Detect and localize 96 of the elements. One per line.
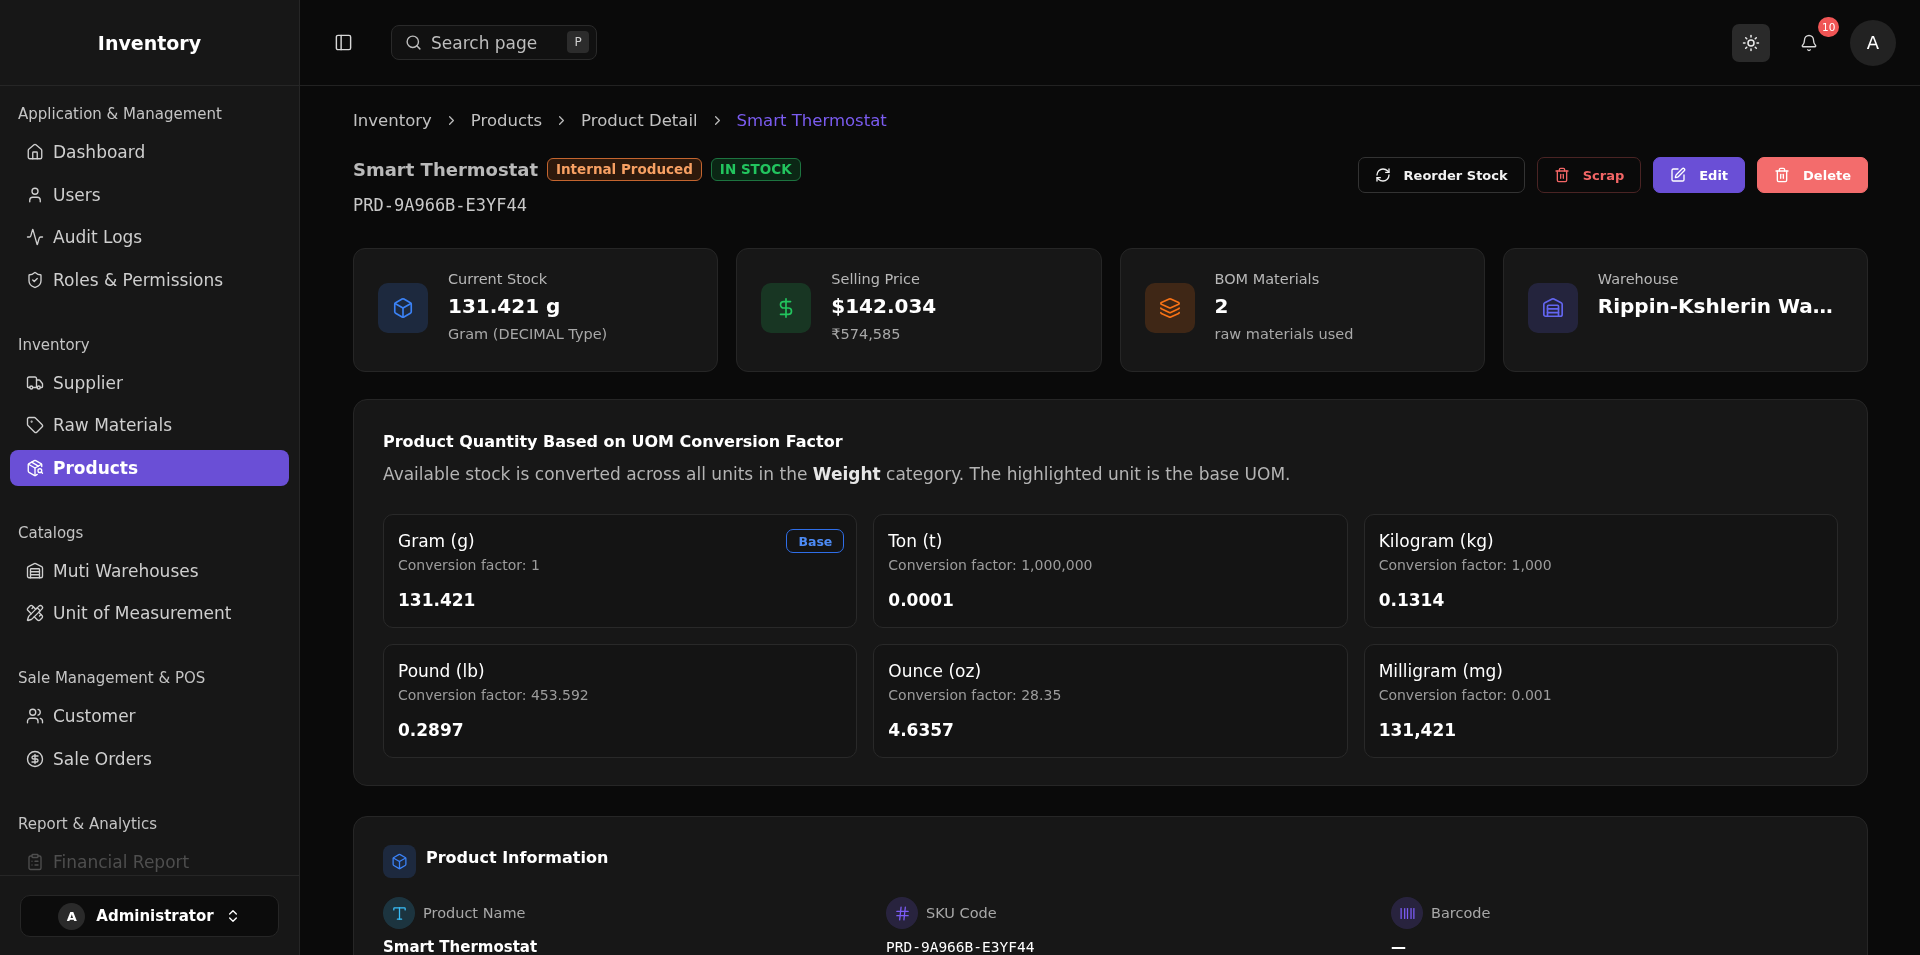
unit-name: Milligram (mg) [1378, 661, 1503, 681]
nav-item[interactable]: Unit of Measurement [10, 595, 289, 631]
search-icon [405, 34, 422, 51]
stat-label: BOM Materials [1214, 270, 1320, 289]
unit-quantity: 131,421 [1378, 719, 1457, 742]
nav-item[interactable]: Sale Orders [10, 740, 289, 777]
nav-item[interactable]: Products [10, 449, 289, 486]
breadcrumb-link[interactable]: Inventory [353, 110, 432, 130]
person-icon [26, 185, 44, 204]
field-value: — [1391, 937, 1406, 955]
nav-section-label: Sale Management & POS [17, 668, 206, 688]
conversion-factor: Conversion factor: 1,000,000 [888, 556, 1093, 574]
notification-count: 10 [1818, 16, 1840, 37]
breadcrumb-link[interactable]: Smart Thermostat [736, 110, 887, 130]
package-search-icon [26, 458, 44, 477]
nav-item[interactable]: Audit Logs [10, 219, 289, 255]
nav-section-label: Application & Management [17, 104, 222, 124]
stat-caption: Gram (DECIMAL Type) [448, 325, 608, 344]
sun-icon [1742, 33, 1760, 52]
field-label: Barcode [1431, 905, 1491, 921]
nav-item[interactable]: Raw Materials [10, 407, 289, 443]
nav-section-label: Report & Analytics [17, 813, 158, 834]
conversion-factor: Conversion factor: 1 [398, 556, 540, 574]
unit-quantity: 0.1314 [1378, 589, 1445, 612]
section-title: Product Information [426, 847, 609, 869]
pencil-square-icon [1670, 167, 1687, 183]
truck-icon [26, 373, 44, 392]
conversion-factor: Conversion factor: 0.001 [1378, 686, 1552, 704]
unit-name: Pound (lb) [398, 661, 485, 681]
nav-item[interactable]: Muti Warehouses [10, 552, 289, 589]
field-label: Product Name [423, 905, 526, 921]
house-icon [26, 143, 44, 161]
stat-value: 2 [1214, 293, 1229, 320]
app-title: Inventory [97, 31, 202, 54]
trash-icon [1553, 167, 1570, 183]
unit-name: Gram (g) [398, 531, 475, 551]
nav-item[interactable]: Users [10, 176, 289, 213]
stat-value: Rippin-Kshlerin Wa… [1597, 293, 1833, 320]
theme-toggle-button[interactable] [1732, 23, 1770, 62]
field-label: SKU Code [926, 905, 997, 921]
nav-section-label: Inventory [17, 334, 90, 355]
user-menu-button[interactable]: A Administrator [20, 895, 279, 937]
reorder-stock-button[interactable]: Reorder Stock [1357, 157, 1525, 193]
conversion-factor: Conversion factor: 1,000 [1378, 556, 1552, 574]
unit-name: Kilogram (kg) [1378, 531, 1494, 551]
panel-left-icon [333, 33, 353, 52]
stat-label: Selling Price [831, 270, 920, 289]
notifications-button[interactable] [1800, 33, 1818, 52]
nav-item[interactable]: Roles & Permissions [10, 261, 289, 298]
section-title: Product Quantity Based on UOM Conversion Factor [383, 431, 843, 453]
product-title: Smart Thermostat [353, 158, 538, 180]
field-value: PRD-9A966B-E3YF44 [886, 938, 1035, 955]
unit-quantity: 0.0001 [888, 589, 954, 612]
tag-icon [26, 416, 44, 434]
base-badge: Base [786, 529, 845, 553]
warehouse-icon [26, 561, 44, 580]
user-avatar: A [58, 902, 86, 930]
stat-label: Warehouse [1597, 270, 1679, 289]
breadcrumb-link[interactable]: Products [470, 110, 543, 130]
dollar-coin-icon [26, 749, 44, 768]
clipboard-icon [26, 852, 44, 871]
product-sku: PRD-9A966B-E3YF44 [353, 195, 528, 215]
unit-quantity: 131.421 [398, 589, 476, 612]
nav-item[interactable]: Dashboard [10, 134, 289, 170]
stat-value: 131.421 g [448, 293, 561, 320]
scrap-button[interactable]: Scrap [1536, 157, 1642, 193]
unit-quantity: 4.6357 [888, 719, 954, 742]
stat-value: $142.034 [831, 293, 937, 320]
unit-quantity: 0.2897 [398, 719, 464, 742]
bell-icon [1800, 33, 1818, 52]
unit-name: Ounce (oz) [888, 661, 982, 681]
shield-check-icon [26, 270, 44, 289]
field-value: Smart Thermostat [383, 937, 538, 955]
unit-name: Ton (t) [888, 531, 943, 551]
user-name: Administrator [96, 907, 214, 925]
edit-button[interactable]: Edit [1653, 157, 1746, 193]
cube-icon [383, 845, 416, 878]
stat-caption: raw materials used [1214, 325, 1354, 344]
nav-item[interactable]: Supplier [10, 364, 289, 401]
pencil-ruler-icon [26, 604, 44, 622]
nav-item[interactable]: Customer [10, 698, 289, 734]
pulse-icon [26, 228, 44, 246]
breadcrumb-link[interactable]: Product Detail [581, 110, 698, 130]
conversion-factor: Conversion factor: 453.592 [398, 686, 589, 704]
nav-section-label: Catalogs [17, 522, 84, 543]
product-badge: Internal Produced [547, 157, 702, 181]
stat-label: Current Stock [448, 270, 548, 289]
product-badge: IN STOCK [710, 157, 801, 181]
shortcut-key: P [567, 31, 589, 53]
section-description: Available stock is converted across all units in the Weight category. The highlighted unit is the base UOM. [383, 463, 1291, 486]
conversion-factor: Conversion factor: 28.35 [888, 686, 1062, 704]
people-icon [26, 707, 44, 725]
trash-icon [1774, 167, 1791, 183]
circular-arrows-icon [1374, 167, 1391, 183]
user-avatar[interactable]: A [1850, 19, 1896, 66]
stat-caption: ₹574,585 [831, 325, 901, 344]
